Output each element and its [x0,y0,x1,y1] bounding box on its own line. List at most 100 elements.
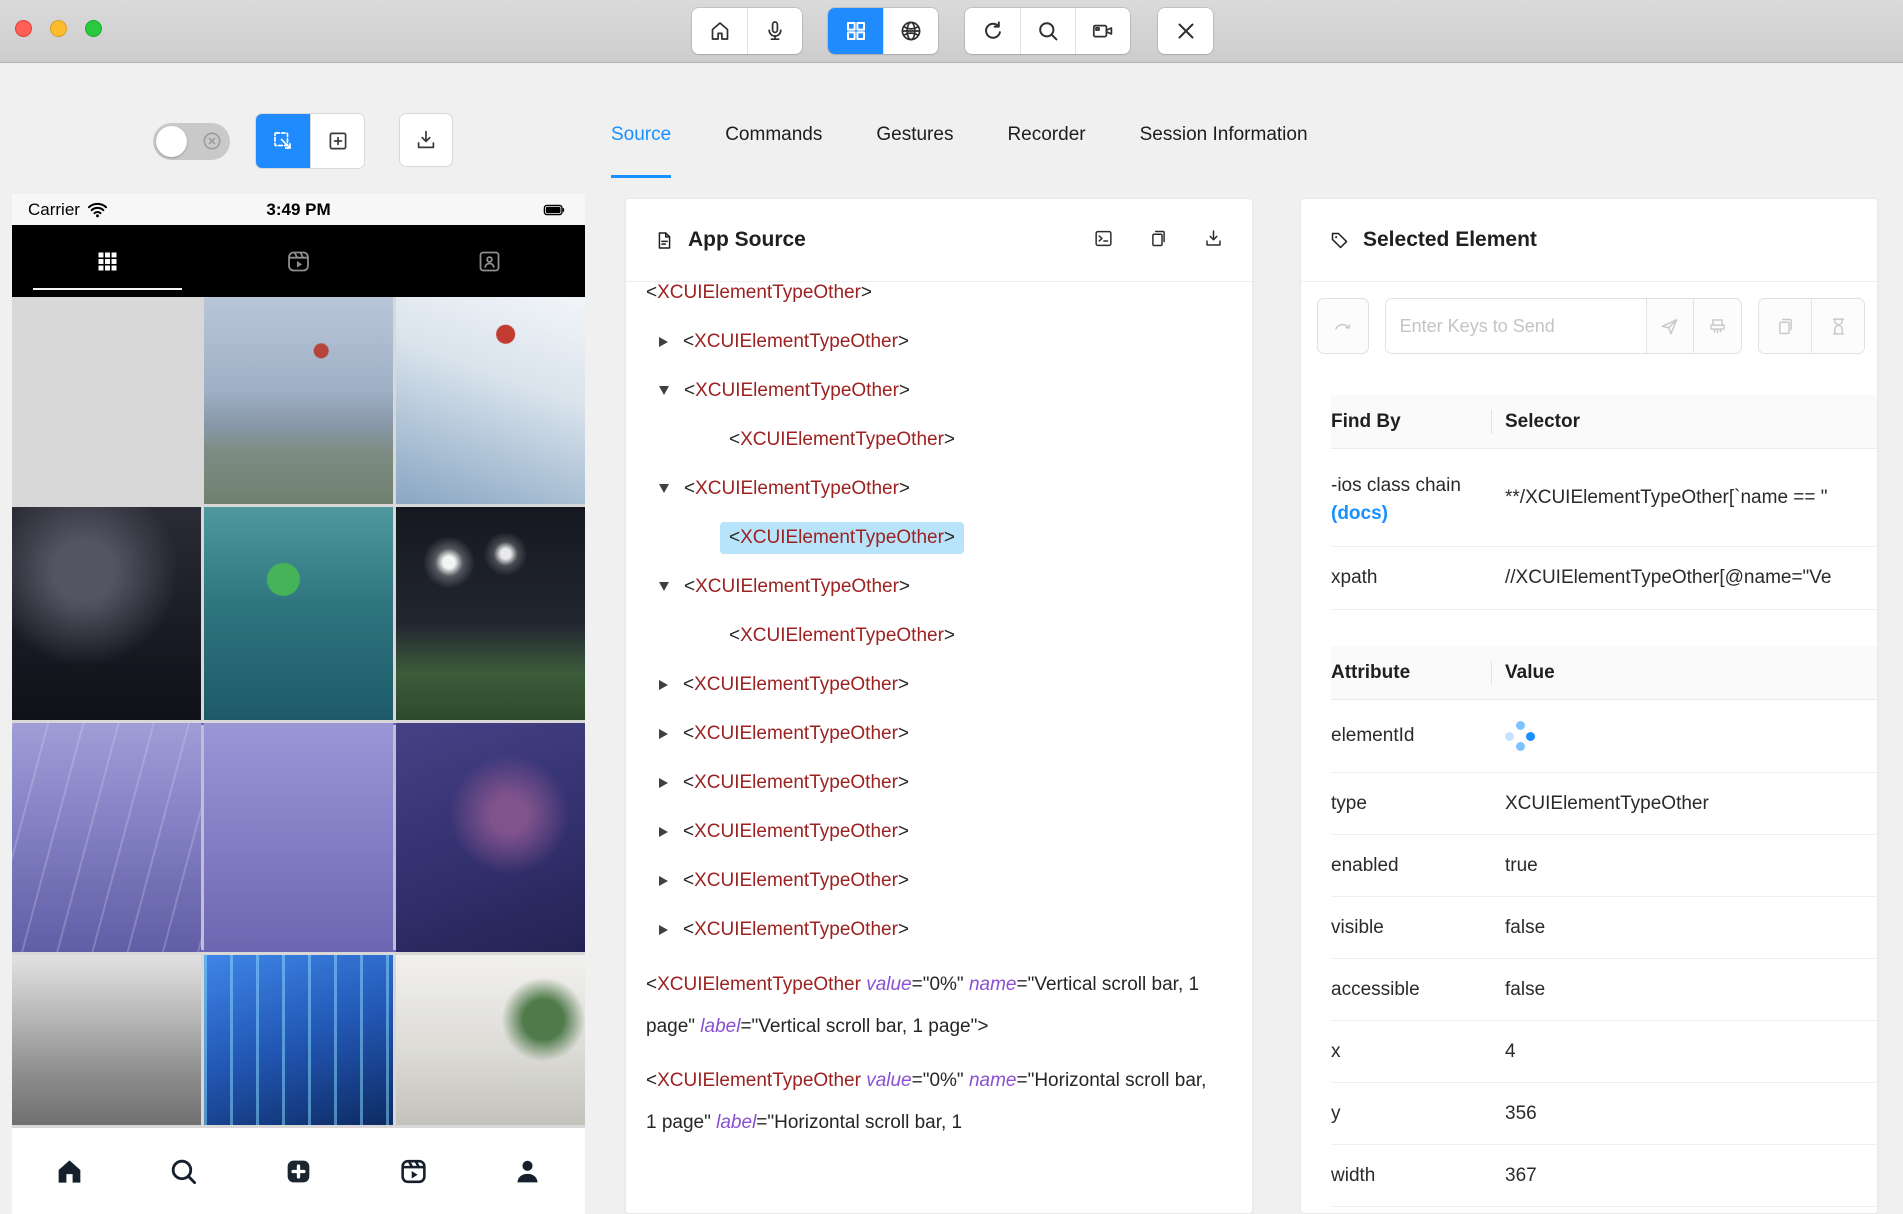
expand-arrow-icon[interactable] [659,827,668,837]
nav-home-button[interactable] [54,1156,85,1187]
download-button[interactable] [1203,228,1224,252]
download-screenshot-button[interactable] [399,113,453,167]
attribute-row: accessiblefalse [1331,959,1877,1021]
window-titlebar [0,0,1903,63]
expand-arrow-icon[interactable] [659,337,668,347]
record-toggle[interactable] [153,123,230,160]
apps-grid-button[interactable] [828,8,883,54]
attribute-name: y [1331,1103,1491,1125]
toolbar-group [692,8,802,54]
minimize-window-button[interactable] [50,20,67,37]
globe-button[interactable] [883,8,938,54]
tree-node[interactable]: <XCUIElementTypeOther> [646,464,1252,513]
collapse-arrow-icon[interactable] [659,386,669,395]
toolbar-group [1158,8,1213,54]
photo-basketball-hoops[interactable] [204,297,393,504]
tab-commands[interactable]: Commands [725,110,822,178]
photo-desk-plant[interactable] [396,955,585,1125]
nav-reels-button[interactable] [398,1156,429,1187]
expand-arrow-icon[interactable] [659,876,668,886]
tab-source[interactable]: Source [611,110,671,178]
tree-node[interactable]: <XCUIElementTypeOther> [646,660,1252,709]
photo-tech-blue[interactable] [204,955,393,1125]
tree-node[interactable]: <XCUIElementTypeOther> [646,856,1252,905]
select-element-button[interactable] [256,114,310,168]
expand-arrow-icon[interactable] [659,778,668,788]
tree-node-tag: <XCUIElementTypeOther> [683,331,909,353]
photo-track-fog[interactable] [12,297,201,504]
nav-profile-button[interactable] [512,1156,543,1187]
photo-basketball-dunk[interactable] [12,507,201,720]
tree-node[interactable]: <XCUIElementTypeOther> [646,709,1252,758]
inspector-tabs: Source Commands Gestures Recorder Session In… [611,110,1308,178]
expand-arrow-icon[interactable] [659,680,668,690]
wait-for-element-button[interactable] [1811,299,1864,353]
expand-arrow-icon[interactable] [659,729,668,739]
nav-search-button[interactable] [168,1156,199,1187]
home-button[interactable] [692,8,747,54]
refresh-button[interactable] [965,8,1020,54]
terminal-icon [1093,228,1114,249]
zoom-window-button[interactable] [85,20,102,37]
app-source-panel: App Source <XCUIElementTypeOther><XCUIEl… [625,198,1253,1214]
close-button[interactable] [1158,8,1213,54]
tap-element-button[interactable] [1317,298,1369,354]
photo-row [12,507,585,720]
close-window-button[interactable] [15,20,32,37]
screenshot-interaction-buttons [255,113,365,169]
attribute-value: XCUIElementTypeOther [1491,793,1877,815]
copy-attributes-button[interactable] [1759,299,1812,353]
copy-icon [1775,316,1796,337]
swipe-by-coordinates-button[interactable] [310,114,364,168]
profile-tab-tagged[interactable] [394,225,585,297]
photo-ski-jump[interactable] [396,297,585,504]
tab-gestures[interactable]: Gestures [876,110,953,178]
collapse-arrow-icon[interactable] [659,582,669,591]
photo-stadium[interactable] [396,507,585,720]
screen-record-button[interactable] [1075,8,1130,54]
docs-link[interactable]: (docs) [1331,503,1388,524]
photo-gym-purple[interactable] [396,723,585,952]
tree-node-tag: <XCUIElementTypeOther> [683,723,909,745]
photo-runners-bw[interactable] [12,955,201,1125]
photo-swimmer[interactable] [204,507,393,720]
find-by-header: Find By [1331,411,1491,433]
attribute-value: false [1491,917,1877,939]
tree-node[interactable]: <XCUIElementTypeOther> [646,905,1252,954]
element-utility-group [1758,298,1865,354]
tab-session-information[interactable]: Session Information [1140,110,1308,178]
profile-tab-reels[interactable] [203,225,394,297]
tree-node[interactable]: <XCUIElementTypeOther> [646,317,1252,366]
expand-arrow-icon[interactable] [659,925,668,935]
tab-recorder[interactable]: Recorder [1007,110,1085,178]
nav-create-button[interactable] [283,1156,314,1187]
xml-leaf-node[interactable]: <XCUIElementTypeOther value="0%" name="H… [646,1050,1252,1146]
nav-profile-icon [512,1156,543,1187]
collapse-arrow-icon[interactable] [659,484,669,493]
xml-leaf-node[interactable]: <XCUIElementTypeOther value="0%" name="V… [646,954,1252,1050]
tree-node-selected[interactable]: <XCUIElementTypeOther> [646,513,1252,562]
send-keys-group [1385,298,1742,354]
tree-node[interactable]: <XCUIElementTypeOther> [646,758,1252,807]
tree-node[interactable]: <XCUIElementTypeOther> [646,366,1252,415]
search-button[interactable] [1020,8,1075,54]
photo-field-purple[interactable] [204,723,393,952]
send-keys-input[interactable] [1386,299,1646,353]
terminal-button[interactable] [1093,228,1114,252]
photo-track-purple[interactable] [12,723,201,952]
tree-node[interactable]: <XCUIElementTypeOther> [646,807,1252,856]
tree-node[interactable]: <XCUIElementTypeOther> [646,282,1252,317]
device-screenshot[interactable]: Carrier 3:49 PM [12,194,585,1214]
send-keys-button[interactable] [1646,299,1694,353]
copy-button[interactable] [1148,228,1169,252]
microphone-button[interactable] [747,8,802,54]
tree-node[interactable]: <XCUIElementTypeOther> [646,562,1252,611]
close-icon [1174,19,1198,43]
reels-icon [285,248,312,275]
tree-node[interactable]: <XCUIElementTypeOther> [646,415,1252,464]
attribute-value: 356 [1491,1103,1877,1125]
clear-element-button[interactable] [1693,299,1741,353]
profile-tab-grid-3x3[interactable] [12,225,203,297]
photo-row-selected [12,723,585,952]
tree-node[interactable]: <XCUIElementTypeOther> [646,611,1252,660]
